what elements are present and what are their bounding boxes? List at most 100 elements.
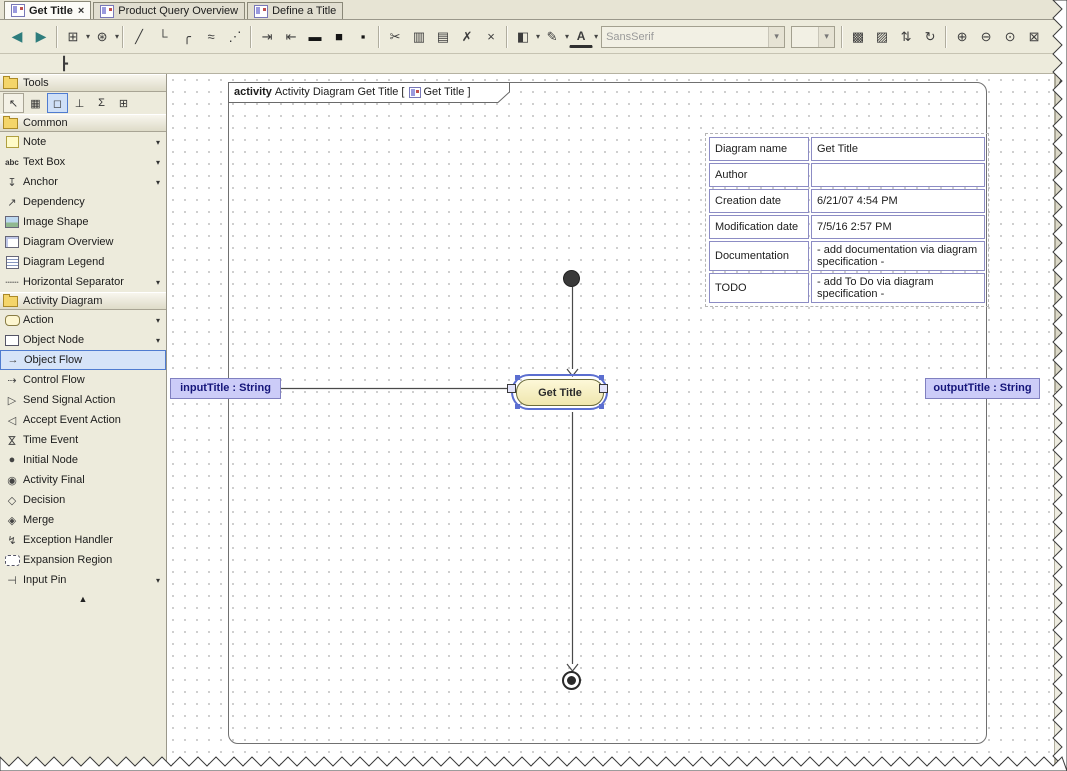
sort-tool[interactable]: Σ [91,93,112,113]
palette-item-diagram-legend[interactable]: Diagram Legend [0,252,166,272]
selection-handle[interactable] [599,375,604,380]
activity-final-node[interactable] [562,671,581,690]
palette-section-common[interactable]: Common [0,114,166,132]
fill-color-button[interactable]: ◧ ▾ [511,25,540,49]
spline-path-button[interactable]: ≈ [199,25,223,49]
palette-item-decision[interactable]: ◇ Decision [0,490,166,510]
zoom-1-1-button[interactable]: ⊙ [998,25,1022,49]
delete-from-model-button[interactable]: × [479,25,503,49]
scrollbar-track[interactable] [1055,392,1067,758]
palette-section-activity-diagram[interactable]: Activity Diagram [0,292,166,310]
palette-item-anchor[interactable]: ↧ Anchor ▾ [0,172,166,192]
control-flow-edge-initial-to-action[interactable] [566,287,579,377]
zoom-fit-button[interactable]: ⊠ [1022,25,1046,49]
rounded-path-button[interactable]: ╭ [175,25,199,49]
selection-handle[interactable] [515,404,520,409]
selection-handle[interactable] [515,375,520,380]
align-middle-tool[interactable]: ⊥ [69,93,90,113]
palette-item-object-flow[interactable]: → Object Flow [0,350,166,370]
zoom-out-button[interactable]: ⊖ [974,25,998,49]
group-select-tool[interactable]: ▦ [25,93,46,113]
palette-item-input-pin[interactable]: ⊣ Input Pin ▾ [0,570,166,590]
output-pin[interactable] [599,384,608,393]
palette-item-text-box[interactable]: abc Text Box ▾ [0,152,166,172]
palette-item-activity-final[interactable]: ◉ Activity Final [0,470,166,490]
tab-get-title[interactable]: Get Title × [4,1,92,19]
palette-item-action[interactable]: Action ▾ [0,310,166,330]
tab-product-query-overview[interactable]: Product Query Overview [93,2,246,19]
copy-button[interactable]: ▥ [407,25,431,49]
zoom-in-button[interactable]: ⊕ [950,25,974,49]
send-to-back-button[interactable]: ▨ [870,25,894,49]
palette-scroll-up[interactable]: ▲ [0,590,166,604]
forward-button[interactable]: ▶ [29,25,53,49]
tab-define-a-title[interactable]: Define a Title [247,2,344,19]
palette-item-dependency[interactable]: ↗ Dependency [0,192,166,212]
chevron-down-icon[interactable]: ▾ [156,178,160,187]
input-pin-label[interactable]: inputTitle : String [170,378,281,399]
chevron-down-icon[interactable]: ▾ [156,316,160,325]
containment-tree-button[interactable]: ┣ [52,52,76,76]
layout-button[interactable]: ⊞ ▾ [61,25,90,49]
related-elements-button[interactable]: ⊛ ▾ [90,25,119,49]
palette-item-control-flow[interactable]: ⇢ Control Flow [0,370,166,390]
make-same-width-button[interactable]: ▬ [303,25,327,49]
chevron-down-icon[interactable]: ▾ [156,138,160,147]
back-button[interactable]: ◀ [5,25,29,49]
font-color-button[interactable]: A ▾ [569,25,598,48]
selection-handle[interactable] [599,404,604,409]
make-same-height-button[interactable]: ▪ [351,25,375,49]
attach-left-button[interactable]: ⇥ [255,25,279,49]
frame-header[interactable]: activity Activity Diagram Get Title [ Ge… [228,82,510,103]
palette-item-initial-node[interactable]: ● Initial Node [0,450,166,470]
palette-item-label: Image Shape [23,216,89,228]
custom-path-button[interactable]: ⋰ [223,25,247,49]
select-tool[interactable]: ↖ [3,93,24,113]
font-size-select[interactable]: ▾ [791,25,836,48]
palette-item-merge[interactable]: ◈ Merge [0,510,166,530]
grid-tool[interactable]: ⊞ [113,93,134,113]
reset-order-button[interactable]: ⇅ [894,25,918,49]
chevron-down-icon[interactable]: ▾ [156,158,160,167]
palette-item-accept-event-action[interactable]: ◁ Accept Event Action [0,410,166,430]
paste-button[interactable]: ▤ [431,25,455,49]
rectilinear-path-button[interactable]: └ [151,25,175,49]
sticky-tool[interactable]: ◻ [47,93,68,113]
chevron-down-icon[interactable]: ▾ [818,26,835,47]
make-same-size-button[interactable]: ■ [327,25,351,49]
palette-item-horizontal-separator[interactable]: ┄┄ Horizontal Separator ▾ [0,272,166,292]
palette-item-exception-handler[interactable]: ↯ Exception Handler [0,530,166,550]
chevron-down-icon[interactable]: ▾ [156,336,160,345]
chevron-down-icon[interactable]: ▾ [156,278,160,287]
delete-button[interactable]: ✗ [455,25,479,49]
action-get-title[interactable]: Get Title [516,379,604,406]
attach-right-button[interactable]: ⇤ [279,25,303,49]
palette-item-time-event[interactable]: ⋈ Time Event [0,430,166,450]
initial-node[interactable] [563,270,580,287]
vertical-scrollbar[interactable]: ▲ ▼ [1054,74,1067,771]
input-pin[interactable] [507,384,516,393]
control-flow-edge-action-to-final[interactable] [566,412,579,672]
palette-item-expansion-region[interactable]: Expansion Region [0,550,166,570]
cut-button[interactable]: ✂ [383,25,407,49]
scrollbar-thumb[interactable] [1055,90,1067,392]
palette-item-note[interactable]: Note ▾ [0,132,166,152]
palette-item-image-shape[interactable]: Image Shape [0,212,166,232]
oblique-path-button[interactable]: ╱ [127,25,151,49]
palette-item-object-node[interactable]: Object Node ▾ [0,330,166,350]
font-family-select[interactable]: SansSerif ▾ [601,25,786,48]
pen-color-button[interactable]: ✎ ▾ [540,25,569,49]
close-tab-icon[interactable]: × [78,5,84,16]
palette-item-diagram-overview[interactable]: Diagram Overview [0,232,166,252]
output-pin-label[interactable]: outputTitle : String [925,378,1040,399]
diagram-canvas[interactable]: activity Activity Diagram Get Title [ Ge… [167,74,1054,771]
scroll-down-button[interactable]: ▼ [1055,758,1067,771]
chevron-down-icon[interactable]: ▾ [156,576,160,585]
diagram-info-table[interactable]: Diagram name Get Title Author Creation d… [705,133,989,307]
chevron-down-icon[interactable]: ▾ [768,26,785,47]
palette-section-tools[interactable]: Tools [0,74,166,92]
scroll-up-button[interactable]: ▲ [1055,74,1067,89]
palette-item-send-signal-action[interactable]: ▷ Send Signal Action [0,390,166,410]
bring-to-front-button[interactable]: ▩ [846,25,870,49]
refresh-button[interactable]: ↻ [918,25,942,49]
